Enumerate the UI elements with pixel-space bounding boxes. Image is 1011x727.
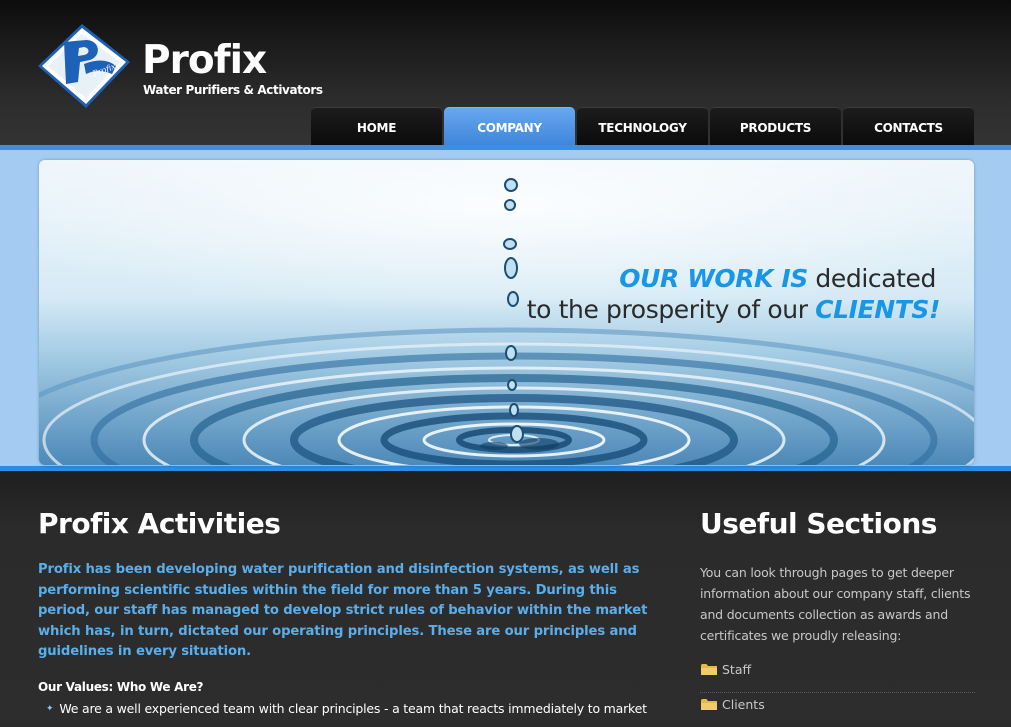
banner-headline-line1: OUR WORK IS dedicated [619,264,936,293]
useful-sections-text: You can look through pages to get deeper… [700,565,971,643]
nav-tab-technology[interactable]: TECHNOLOGY [577,107,708,145]
nav-tab-home[interactable]: HOME [311,107,442,145]
folder-icon [701,699,717,710]
section-link-label[interactable]: Staff [722,662,751,677]
brand-name[interactable]: Profix [142,36,267,86]
activities-intro: Profix has been developing water purific… [38,562,648,659]
banner-line1-rest: dedicated [807,264,936,293]
banner-band: OUR WORK IS dedicated to the prosperity … [0,145,1011,471]
star-bullet-icon: ✦ [46,704,54,714]
main-content: Profix Activities Profix has been develo… [0,471,1011,721]
useful-sections-title: Useful Sections [700,507,937,540]
nav-tab-products[interactable]: PRODUCTS [710,107,841,145]
list-item: ✦ We are a well experienced team with cle… [46,701,666,716]
value-text: We are a well experienced team with clea… [59,701,647,716]
activities-title: Profix Activities [38,507,281,540]
nav-tab-contacts[interactable]: CONTACTS [843,107,974,145]
banner-image: OUR WORK IS dedicated to the prosperity … [39,160,974,465]
nav-tab-company[interactable]: COMPANY [444,107,575,145]
banner-headline-line2: to the prosperity of our CLIENTS! [526,295,941,324]
banner-highlight-our-work: OUR WORK IS [619,264,808,293]
site-header: Profix Profix Water Purifiers & Activato… [0,0,1011,145]
values-list: ✦ We are a well experienced team with cle… [46,701,666,716]
brand-tagline: Water Purifiers & Activators [143,83,323,97]
banner-line2-text: to the prosperity of our [526,295,816,324]
folder-icon [701,664,717,675]
section-link-label[interactable]: Clients [722,697,765,712]
section-link-staff[interactable]: Staff [700,658,975,693]
main-nav: HOME COMPANY TECHNOLOGY PRODUCTS CONTACT… [311,107,976,145]
section-link-clients[interactable]: Clients [700,693,975,727]
banner-highlight-clients: CLIENTS! [815,295,940,324]
values-heading: Our Values: Who We Are? [38,680,204,694]
profix-logo-icon[interactable]: Profix [34,20,134,112]
